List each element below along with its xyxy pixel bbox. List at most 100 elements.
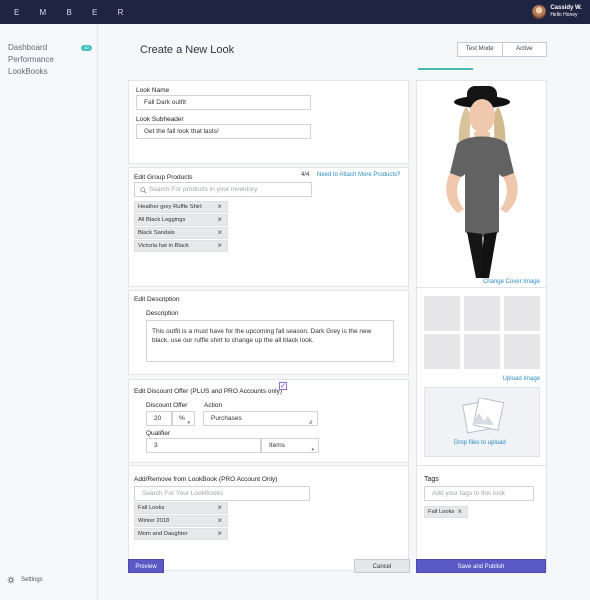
lookbook-chip: Mom and Daughter × (134, 528, 228, 540)
lookbook-search-input[interactable]: Search For Your LookBooks (134, 486, 310, 501)
product-chip: All Black Leggings × (134, 214, 228, 226)
image-stack-icon (462, 398, 505, 434)
sidebar-item-lookbooks[interactable]: LookBooks (8, 67, 48, 76)
tags-input[interactable]: Add your tags to this look (424, 486, 534, 501)
remove-product-icon[interactable]: × (217, 242, 222, 250)
save-and-publish-button[interactable]: Save and Publish (416, 559, 546, 573)
tags-card: Tags Add your tags to this look Fall Loo… (416, 465, 547, 571)
image-slot[interactable] (464, 296, 500, 331)
discount-offer-title: Edit Discount Offer (PLUS and PRO Accoun… (134, 388, 283, 395)
image-slot[interactable] (424, 334, 460, 369)
product-chip: Heather grey Ruffle Shirt × (134, 201, 228, 213)
active-mode-indicator (418, 68, 473, 70)
image-slot[interactable] (504, 296, 540, 331)
product-chip: Black Sandals × (134, 227, 228, 239)
product-name: Heather grey Ruffle Shirt (138, 204, 202, 210)
user-greeting: Hello Honey (550, 12, 578, 18)
image-slot[interactable] (504, 334, 540, 369)
description-textarea[interactable]: This outfit is a must have for the upcom… (146, 320, 394, 362)
discount-value-input[interactable]: 20 (146, 411, 172, 426)
test-mode-button[interactable]: Test Mode (458, 43, 502, 56)
change-cover-image-link[interactable]: Change Cover Image (483, 279, 540, 285)
dashboard-badge: 42 (81, 45, 92, 51)
remove-lookbook-icon[interactable]: × (217, 530, 222, 538)
preview-button[interactable]: Preview (128, 559, 164, 573)
lookbook-chip: Winter 2018 × (134, 515, 228, 527)
lookbook-title: Add/Remove from LookBook (PRO Account On… (134, 476, 278, 483)
drop-files-label: Drop files to upload (454, 440, 506, 446)
product-name: All Black Leggings (138, 217, 186, 223)
settings-link[interactable]: Settings (7, 576, 43, 584)
mode-toggle: Test Mode Active (457, 42, 547, 57)
page-title: Create a New Look (140, 44, 235, 56)
user-name: Cassidy W. (550, 5, 582, 11)
chevron-down-icon: ▾ (311, 447, 314, 453)
tag-name: Fall Looks (428, 509, 455, 515)
remove-tag-icon[interactable]: × (457, 508, 462, 516)
active-mode-button[interactable]: Active (501, 43, 547, 56)
settings-label: Settings (21, 577, 43, 583)
product-chip: Victoria hat in Black × (134, 240, 228, 252)
search-icon (140, 187, 147, 194)
up-down-arrows-icon: ⇵ (308, 420, 313, 426)
description-label: Description (146, 310, 179, 317)
main-content: Create a New Look Test Mode Active Look … (98, 24, 590, 600)
remove-product-icon[interactable]: × (217, 203, 222, 211)
avatar (532, 5, 547, 19)
qualifier-input[interactable]: 3 (146, 438, 261, 453)
lookbook-name: Mom and Daughter (138, 531, 188, 537)
discount-offer-card: Edit Discount Offer (PLUS and PRO Accoun… (128, 379, 409, 463)
tag-chip: Fall Looks × (424, 506, 468, 518)
sidebar-item-dashboard[interactable]: Dashboard (8, 43, 47, 52)
cover-image-card: Change Cover Image (416, 80, 547, 308)
product-search-placeholder: Search For products in your inventory (149, 186, 258, 193)
sidebar: Dashboard 42 Performance LookBooks Setti… (0, 24, 98, 600)
group-products-card: Edit Group Products 4/4 Need to Attach M… (128, 167, 409, 287)
cancel-button[interactable]: Cancel (354, 559, 410, 573)
product-name: Black Sandals (138, 230, 175, 236)
product-counter: 4/4 (301, 172, 310, 178)
look-details-card: Look Name Fall Dark outfit Look Subheade… (128, 80, 409, 164)
discount-offer-checkbox[interactable]: ✓ (279, 382, 287, 390)
qualifier-label: Qualifier (146, 430, 171, 437)
cover-image (418, 82, 546, 278)
discount-unit-value: % (179, 415, 185, 422)
look-name-input[interactable]: Fall Dark outfit (136, 95, 311, 110)
lookbook-card: Add/Remove from LookBook (PRO Account On… (128, 465, 409, 571)
remove-lookbook-icon[interactable]: × (217, 504, 222, 512)
user-menu[interactable]: Cassidy W. Hello Honey (532, 4, 582, 20)
look-name-label: Look Name (136, 87, 170, 94)
remove-lookbook-icon[interactable]: × (217, 517, 222, 525)
gear-icon (7, 576, 15, 584)
action-label: Action (204, 402, 223, 409)
attach-products-link[interactable]: Need to Attach More Products? (317, 172, 400, 178)
lookbook-chip: Fall Looks × (134, 502, 228, 514)
remove-product-icon[interactable]: × (217, 216, 222, 224)
lookbook-name: Fall Looks (138, 505, 165, 511)
image-slot[interactable] (464, 334, 500, 369)
qualifier-unit-select[interactable]: Items ▾ (261, 438, 319, 453)
sidebar-item-performance[interactable]: Performance (8, 55, 54, 64)
edit-description-title: Edit Description (134, 296, 180, 303)
product-name: Victoria hat in Black (138, 243, 189, 249)
discount-unit-select[interactable]: % ▾ (172, 411, 195, 426)
chevron-down-icon: ▾ (187, 420, 190, 426)
tags-title: Tags (424, 476, 439, 483)
product-search-input[interactable]: Search For products in your inventory (134, 182, 312, 197)
look-subheader-label: Look Subheader (136, 116, 184, 123)
upload-image-link[interactable]: Upload Image (503, 376, 540, 382)
discount-offer-label: Discount Offer (146, 402, 188, 409)
remove-product-icon[interactable]: × (217, 229, 222, 237)
gallery-upload-card: Upload Image Drop files to upload (416, 287, 547, 485)
image-slot[interactable] (424, 296, 460, 331)
action-select[interactable]: Purchases ⇵ (203, 411, 318, 426)
file-dropzone[interactable]: Drop files to upload (424, 387, 540, 457)
qualifier-unit-value: Items (269, 442, 285, 449)
ember-logo: E M B E R (14, 8, 133, 17)
description-card: Edit Description Description This outfit… (128, 290, 409, 375)
lookbook-name: Winter 2018 (138, 518, 170, 524)
top-navigation-bar: E M B E R Cassidy W. Hello Honey (0, 0, 590, 24)
model-photo (418, 82, 546, 278)
group-products-title: Edit Group Products (134, 174, 193, 181)
look-subheader-input[interactable]: Get the fall look that lasts! (136, 124, 311, 139)
